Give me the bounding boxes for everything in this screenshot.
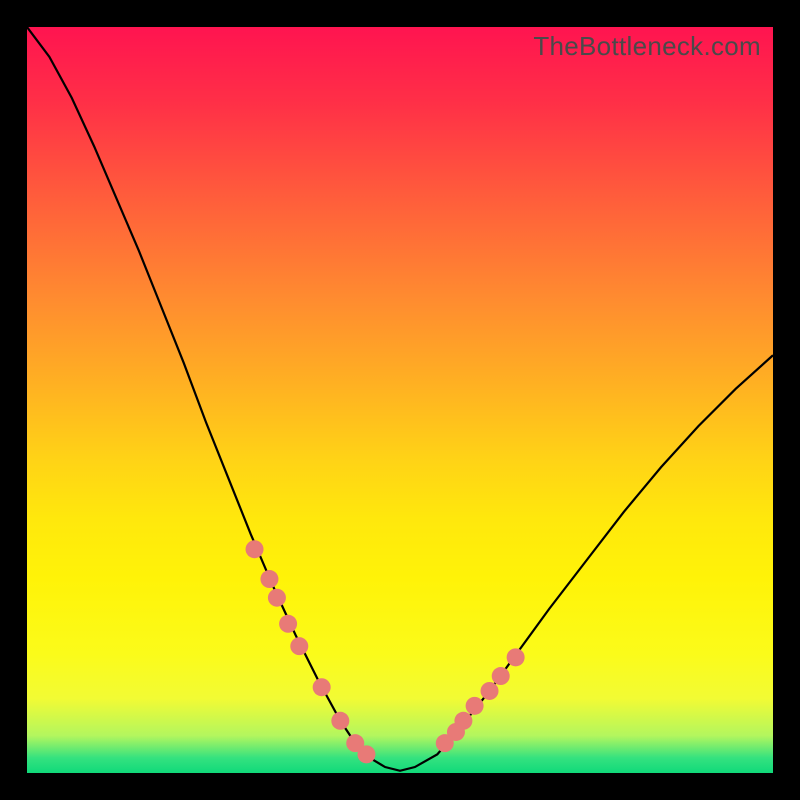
marker-group-left (246, 540, 376, 763)
chart-frame: TheBottleneck.com (0, 0, 800, 800)
marker-dot (313, 678, 331, 696)
marker-dot (260, 570, 278, 588)
marker-dot (507, 648, 525, 666)
marker-dot (279, 615, 297, 633)
marker-group-right (436, 648, 525, 752)
marker-dot (246, 540, 264, 558)
chart-svg (27, 27, 773, 773)
marker-dot (481, 682, 499, 700)
marker-dot (290, 637, 308, 655)
marker-dot (492, 667, 510, 685)
marker-dot (268, 589, 286, 607)
marker-dot (331, 712, 349, 730)
marker-dot (357, 745, 375, 763)
marker-dot (466, 697, 484, 715)
plot-area: TheBottleneck.com (27, 27, 773, 773)
marker-dot (454, 712, 472, 730)
curve-line (27, 27, 773, 771)
